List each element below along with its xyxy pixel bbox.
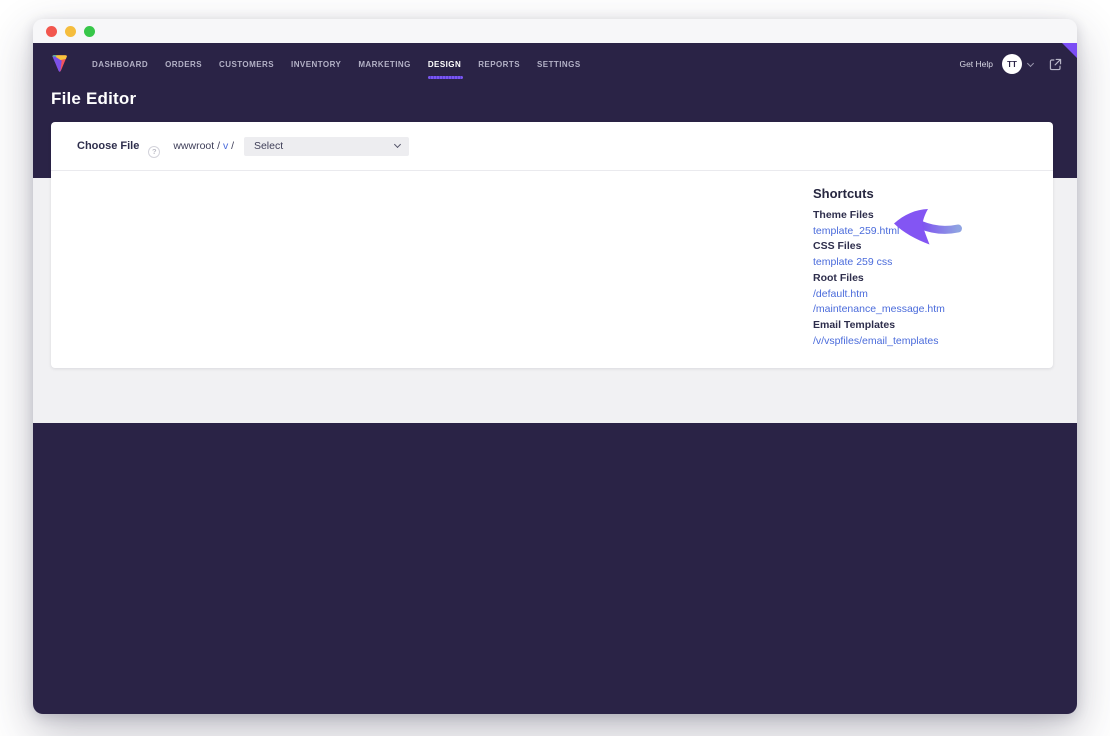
shortcuts-title: Shortcuts — [813, 186, 1045, 201]
header-right-controls: Get Help TT — [959, 54, 1063, 74]
choose-file-label: Choose File — [77, 140, 139, 152]
volusion-logo-icon[interactable] — [51, 54, 68, 74]
app-window: DASHBOARD ORDERS CUSTOMERS INVENTORY MAR… — [33, 19, 1077, 714]
shortcuts-group-email-templates: Email Templates — [813, 318, 1045, 334]
annotation-arrow-left-icon — [891, 206, 965, 250]
file-select-dropdown[interactable]: Select — [244, 137, 409, 156]
nav-item-reports[interactable]: REPORTS — [478, 60, 520, 69]
shortcuts-group-root-files: Root Files — [813, 271, 1045, 287]
breadcrumb: wwwroot / v / — [173, 140, 237, 152]
help-icon[interactable]: ? — [148, 146, 160, 158]
zoom-window-button[interactable] — [84, 26, 95, 37]
breadcrumb-root: wwwroot / — [173, 140, 223, 152]
close-window-button[interactable] — [46, 26, 57, 37]
choose-file-bar: Choose File ? wwwroot / v / Select — [51, 122, 1053, 171]
breadcrumb-separator: / — [228, 140, 237, 152]
nav-item-customers[interactable]: CUSTOMERS — [219, 60, 274, 69]
shortcut-link-maintenance-message[interactable]: /maintenance_message.htm — [813, 302, 1045, 318]
corner-accent-triangle-icon — [1062, 43, 1077, 58]
nav-item-marketing[interactable]: MARKETING — [358, 60, 411, 69]
shortcut-link-email-templates[interactable]: /v/vspfiles/email_templates — [813, 334, 1045, 350]
external-link-icon[interactable] — [1048, 57, 1063, 72]
page-title: File Editor — [51, 89, 1063, 109]
file-select-value: Select — [254, 140, 283, 152]
file-editor-card: Choose File ? wwwroot / v / Select Short… — [51, 122, 1053, 368]
page-footer-background — [33, 423, 1077, 714]
navbar: DASHBOARD ORDERS CUSTOMERS INVENTORY MAR… — [51, 43, 1063, 75]
get-help-link[interactable]: Get Help — [959, 59, 993, 69]
main-nav: DASHBOARD ORDERS CUSTOMERS INVENTORY MAR… — [92, 60, 581, 69]
nav-item-settings[interactable]: SETTINGS — [537, 60, 581, 69]
nav-item-dashboard[interactable]: DASHBOARD — [92, 60, 148, 69]
chevron-down-icon — [1027, 59, 1034, 66]
shortcut-link-default-htm[interactable]: /default.htm — [813, 287, 1045, 303]
card-content: Shortcuts Theme Files template_259.html … — [51, 171, 1053, 367]
account-menu[interactable]: TT — [993, 54, 1033, 74]
chevron-down-icon — [394, 141, 401, 148]
shortcut-link-template-css[interactable]: template 259 css — [813, 255, 1045, 271]
nav-item-orders[interactable]: ORDERS — [165, 60, 202, 69]
nav-item-design[interactable]: DESIGN — [428, 60, 461, 69]
nav-item-inventory[interactable]: INVENTORY — [291, 60, 341, 69]
minimize-window-button[interactable] — [65, 26, 76, 37]
titlebar — [33, 19, 1077, 43]
avatar: TT — [1002, 54, 1022, 74]
